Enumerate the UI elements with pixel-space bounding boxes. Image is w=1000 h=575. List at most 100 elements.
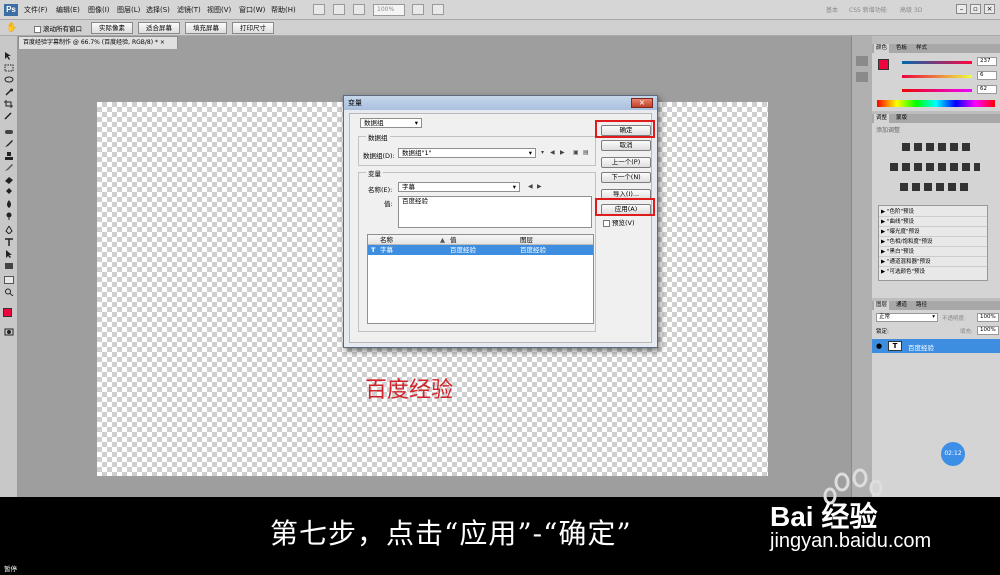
menu-select[interactable]: 选择(S)	[146, 5, 170, 15]
bridge-icon[interactable]	[313, 4, 325, 15]
workspace-new-in-cs5[interactable]: CS5 新增功能	[849, 5, 887, 14]
next-dataset-icon[interactable]: ▶	[560, 149, 565, 156]
tab-masks[interactable]: 蒙版	[894, 114, 909, 123]
adjustment-icons-row-1[interactable]	[902, 143, 972, 151]
table-row[interactable]: T 字幕 百度经验 百度经验	[368, 245, 593, 255]
define-select[interactable]: 数据组 ▾	[360, 118, 422, 128]
checkbox-icon[interactable]	[603, 219, 610, 227]
chevron-down-icon[interactable]: ▾	[541, 149, 544, 156]
blur-tool-icon[interactable]	[4, 200, 14, 208]
scroll-all-windows-checkbox[interactable]: 滚动所有窗口	[34, 23, 82, 33]
zoom-level-select[interactable]: 100%	[373, 4, 405, 16]
path-select-tool-icon[interactable]	[4, 250, 14, 258]
history-brush-tool-icon[interactable]	[4, 164, 14, 172]
fill-screen-button[interactable]: 填充屏幕	[185, 22, 227, 34]
value-textarea[interactable]: 百度经验	[398, 196, 592, 228]
column-header-layer[interactable]: 图层	[520, 235, 533, 245]
healing-brush-tool-icon[interactable]	[4, 128, 14, 136]
workspace-3d[interactable]: 高级 3D	[900, 5, 922, 14]
dodge-tool-icon[interactable]	[4, 212, 14, 220]
marquee-tool-icon[interactable]	[4, 64, 14, 72]
dataset-select[interactable]: 数据组"1" ▾	[398, 148, 536, 158]
tab-color[interactable]: 颜色	[874, 44, 890, 53]
list-item[interactable]: ▶ "色阶"预设	[879, 207, 987, 217]
red-value-field[interactable]: 237	[977, 57, 997, 66]
restore-icon[interactable]: ▫	[970, 4, 981, 14]
type-tool-icon[interactable]	[4, 238, 14, 246]
document-tab[interactable]: 百度经验字幕制作 @ 66.7% (百度经验, RGB/8) * ×	[18, 36, 178, 49]
opacity-field[interactable]: 100%	[977, 313, 999, 322]
close-icon[interactable]: ×	[984, 4, 995, 14]
green-slider[interactable]	[902, 75, 972, 78]
layer-row[interactable]: ● T 百度经验	[872, 339, 1000, 353]
menu-file[interactable]: 文件(F)	[24, 5, 48, 15]
adjustment-icons-row-2[interactable]	[890, 163, 980, 171]
eye-icon[interactable]: ●	[876, 342, 882, 350]
blue-value-field[interactable]: 62	[977, 85, 997, 94]
quick-select-tool-icon[interactable]	[4, 88, 14, 96]
list-item[interactable]: ▶ "通道混和器"预设	[879, 257, 987, 267]
actual-pixels-button[interactable]: 实际像素	[91, 22, 133, 34]
tab-swatches[interactable]: 色板	[894, 44, 909, 53]
tab-layers[interactable]: 图层	[874, 301, 890, 310]
minimize-icon[interactable]: –	[956, 4, 967, 14]
fill-field[interactable]: 100%	[977, 326, 999, 335]
brush-tool-icon[interactable]	[4, 140, 14, 148]
menu-filter[interactable]: 滤镜(T)	[177, 5, 201, 15]
list-item[interactable]: ▶ "可选颜色"预设	[879, 267, 987, 277]
save-dataset-icon[interactable]: ▣	[573, 149, 579, 156]
preview-checkbox[interactable]: 预览(V)	[603, 217, 635, 227]
blend-mode-select[interactable]: 正常 ▾	[876, 313, 938, 322]
green-value-field[interactable]: 6	[977, 71, 997, 80]
list-item[interactable]: ▶ "黑白"预设	[879, 247, 987, 257]
foreground-color-swatch[interactable]	[878, 59, 889, 70]
dialog-close-icon[interactable]: ×	[631, 98, 653, 108]
zoom-tool-icon[interactable]	[4, 288, 14, 296]
tab-styles[interactable]: 样式	[914, 44, 929, 53]
lasso-tool-icon[interactable]	[4, 76, 14, 84]
next-variable-icon[interactable]: ▶	[537, 183, 542, 190]
menu-layer[interactable]: 图层(L)	[117, 5, 140, 15]
eraser-tool-icon[interactable]	[4, 176, 14, 184]
variable-name-select[interactable]: 字幕 ▾	[398, 182, 520, 192]
next-button[interactable]: 下一个(N)	[601, 172, 651, 183]
blue-slider[interactable]	[902, 89, 972, 92]
mini-bridge-icon[interactable]	[333, 4, 345, 15]
crop-tool-icon[interactable]	[4, 100, 14, 108]
column-header-value[interactable]: 值	[450, 235, 457, 245]
list-item[interactable]: ▶ "色相/饱和度"预设	[879, 237, 987, 247]
previous-variable-icon[interactable]: ◀	[528, 183, 533, 190]
menu-edit[interactable]: 编辑(E)	[56, 5, 80, 15]
cancel-button[interactable]: 取消	[601, 140, 651, 151]
red-slider[interactable]	[902, 61, 972, 64]
adjustment-icons-row-3[interactable]	[900, 183, 972, 191]
previous-button[interactable]: 上一个(P)	[601, 157, 651, 168]
previous-dataset-icon[interactable]: ◀	[550, 149, 555, 156]
close-tab-icon[interactable]: ×	[160, 39, 165, 46]
eyedropper-tool-icon[interactable]	[4, 112, 14, 120]
list-item[interactable]: ▶ "曝光度"预设	[879, 227, 987, 237]
menu-window[interactable]: 窗口(W)	[239, 5, 265, 15]
menu-help[interactable]: 帮助(H)	[271, 5, 296, 15]
tab-paths[interactable]: 路径	[914, 301, 929, 310]
tab-adjustments[interactable]: 调整	[874, 114, 890, 123]
arrange-documents-icon[interactable]	[412, 4, 424, 15]
quick-mask-icon[interactable]	[4, 328, 14, 336]
foreground-color-swatch[interactable]	[3, 308, 12, 317]
tab-channels[interactable]: 通道	[894, 301, 909, 310]
paint-bucket-tool-icon[interactable]	[4, 188, 14, 196]
screen-mode-icon[interactable]	[432, 4, 444, 15]
pen-tool-icon[interactable]	[4, 226, 14, 234]
menu-view[interactable]: 视图(V)	[207, 5, 231, 15]
brush-preset-panel-icon[interactable]	[856, 72, 868, 82]
workspace-essentials[interactable]: 基本	[826, 5, 838, 14]
rectangle-tool-icon[interactable]	[4, 262, 14, 270]
history-panel-icon[interactable]	[856, 56, 868, 66]
delete-dataset-icon[interactable]: ▤	[583, 149, 589, 156]
checkbox-icon[interactable]	[34, 25, 41, 33]
print-size-button[interactable]: 打印尺寸	[232, 22, 274, 34]
move-tool-icon[interactable]	[4, 52, 14, 60]
fit-screen-button[interactable]: 适合屏幕	[138, 22, 180, 34]
extras-icon[interactable]	[353, 4, 365, 15]
clone-stamp-tool-icon[interactable]	[4, 152, 14, 160]
